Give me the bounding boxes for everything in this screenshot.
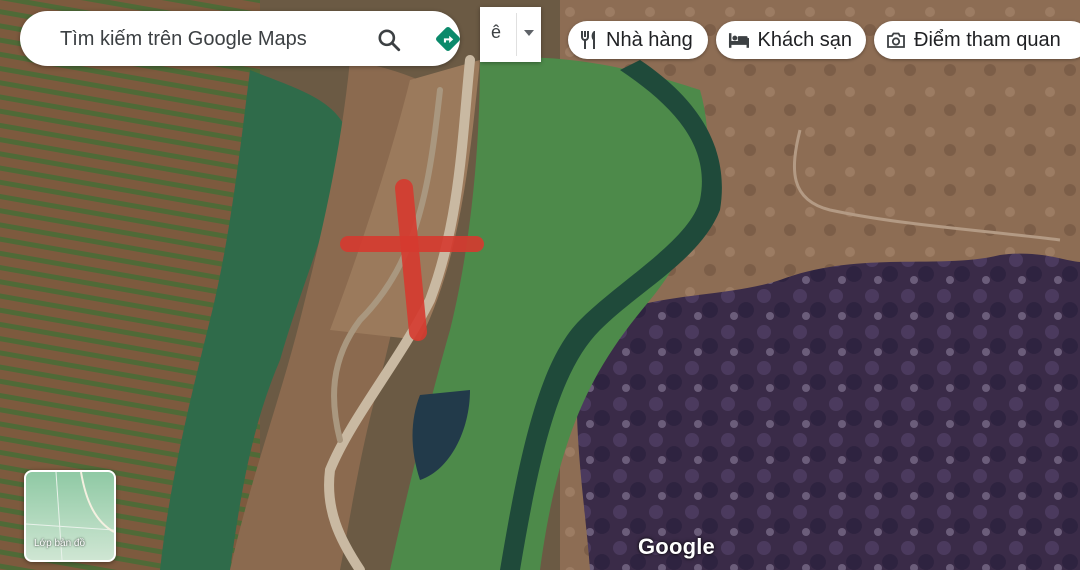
divider — [516, 13, 517, 56]
layer-letter: ê — [491, 22, 502, 42]
search-box[interactable]: Tìm kiếm trên Google Maps — [20, 11, 460, 66]
chip-label: Nhà hàng — [606, 28, 693, 51]
chip-hotels[interactable]: Khách sạn — [716, 21, 866, 59]
chevron-down-icon[interactable] — [524, 30, 534, 36]
chip-label: Điểm tham quan — [914, 28, 1061, 51]
chip-attractions[interactable]: Điểm tham quan — [874, 21, 1080, 59]
camera-icon — [887, 32, 905, 48]
minimap-label: Lớp bản đồ — [34, 538, 86, 549]
map-layer-thumbnail[interactable]: Lớp bản đồ — [24, 470, 116, 562]
restaurant-icon — [581, 31, 595, 49]
satellite-map[interactable] — [0, 0, 1080, 570]
google-logo: Google — [638, 534, 715, 559]
search-input[interactable]: Tìm kiếm trên Google Maps — [60, 28, 307, 51]
directions-icon[interactable] — [434, 25, 462, 53]
chip-label: Khách sạn — [757, 28, 852, 51]
layer-menu-button[interactable]: ê — [480, 7, 541, 62]
chip-restaurants[interactable]: Nhà hàng — [568, 21, 708, 59]
search-icon[interactable] — [376, 27, 402, 53]
hotel-icon — [728, 33, 749, 48]
